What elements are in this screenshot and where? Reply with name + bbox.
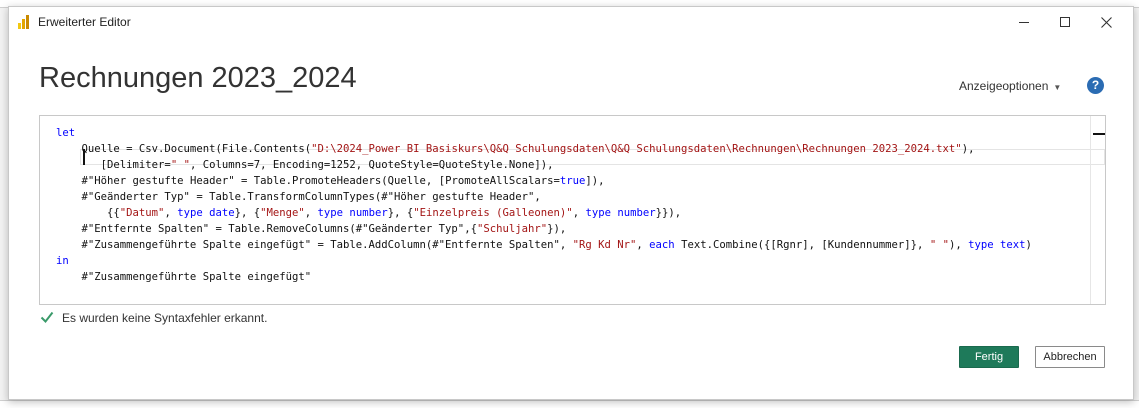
view-options-dropdown[interactable]: Anzeigeoptionen ▼ xyxy=(959,79,1061,93)
advanced-editor-dialog: Erweiterter Editor Rechnungen 2023_2024 … xyxy=(8,6,1134,400)
code-line: #"Zusammengeführte Spalte eingefügt" = T… xyxy=(56,237,1032,253)
code-token: "Höher gestufte Header" xyxy=(87,175,235,187)
question-circle-icon[interactable]: ? xyxy=(1087,77,1104,94)
code-token: , Columns=7, Encoding=1252, QuoteStyle=Q… xyxy=(189,159,554,171)
code-content[interactable]: let Quelle = Csv.Document(File.Contents(… xyxy=(56,125,1032,285)
chevron-down-icon: ▼ xyxy=(1053,83,1062,92)
title-bar: Erweiterter Editor xyxy=(9,7,1133,37)
code-line: #"Geänderter Typ" = Table.TransformColum… xyxy=(56,189,1032,205)
done-button[interactable]: Fertig xyxy=(959,346,1019,368)
code-token: "Rg Kd Nr" xyxy=(572,239,637,251)
code-token: }}), xyxy=(655,207,682,219)
close-button[interactable] xyxy=(1086,10,1126,34)
code-token: "Datum" xyxy=(119,207,165,219)
code-token: }), xyxy=(547,223,567,235)
code-line: in xyxy=(56,253,1032,269)
code-line: #"Höher gestufte Header" = Table.Promote… xyxy=(56,173,1032,189)
code-token: type number xyxy=(317,207,388,219)
code-token: {{ xyxy=(56,207,120,219)
code-line: #"Zusammengeführte Spalte eingefügt" xyxy=(56,269,1032,285)
code-token: #"Geänderter Typ" = Table.TransformColum… xyxy=(56,191,541,203)
code-line: Quelle = Csv.Document(File.Contents("D:\… xyxy=(56,141,1032,157)
code-token: , xyxy=(304,207,318,219)
checkmark-icon xyxy=(40,311,54,324)
cursor-position-marker xyxy=(1093,133,1105,135)
editor-scroll-ruler xyxy=(1090,116,1091,304)
code-editor[interactable]: let Quelle = Csv.Document(File.Contents(… xyxy=(39,115,1106,305)
code-token: " " xyxy=(170,159,190,171)
background-sheet-bottom xyxy=(0,400,1139,408)
code-line: #"Entfernte Spalten" = Table.RemoveColum… xyxy=(56,221,1032,237)
code-token: Quelle = Csv.Document(File.Contents( xyxy=(56,143,312,155)
code-token: # xyxy=(56,175,88,187)
code-token: [Delimiter= xyxy=(56,159,171,171)
code-token: ), xyxy=(961,143,975,155)
code-token: "Schuljahr" xyxy=(476,223,548,235)
power-bi-icon xyxy=(18,15,32,29)
code-token: "Einzelpreis (Galleonen)" xyxy=(413,207,573,219)
syntax-status: Es wurden keine Syntaxfehler erkannt. xyxy=(40,310,267,325)
code-token: type date xyxy=(177,207,235,219)
code-token: each xyxy=(649,239,675,251)
code-token: "D:\2024_Power BI Basiskurs\Q&Q Schulung… xyxy=(311,143,962,155)
code-token: Text.Combine({[Rgnr], [Kundennummer]}, xyxy=(674,239,930,251)
code-token: #"Zusammengeführte Spalte eingefügt" = T… xyxy=(56,239,573,251)
code-token: true xyxy=(559,175,586,187)
code-token: }, { xyxy=(387,207,414,219)
code-token: , xyxy=(572,207,586,219)
query-name-title: Rechnungen 2023_2024 xyxy=(39,62,357,94)
code-token: ), xyxy=(948,239,969,251)
cancel-button[interactable]: Abbrechen xyxy=(1035,346,1105,368)
code-line: {{"Datum", type date}, {"Menge", type nu… xyxy=(56,205,1032,221)
maximize-icon xyxy=(1060,17,1070,27)
window-title: Erweiterter Editor xyxy=(38,15,131,29)
code-token: ) xyxy=(1025,239,1032,251)
close-icon xyxy=(1100,16,1112,28)
code-token: type text xyxy=(968,239,1026,251)
code-line: let xyxy=(56,125,1032,141)
code-token: in xyxy=(56,255,69,267)
code-token: "Menge" xyxy=(260,207,305,219)
code-token: let xyxy=(56,127,76,139)
code-token: , xyxy=(636,239,650,251)
maximize-button[interactable] xyxy=(1045,10,1085,34)
code-token: }, { xyxy=(234,207,261,219)
syntax-status-text: Es wurden keine Syntaxfehler erkannt. xyxy=(62,311,268,325)
code-line: [Delimiter=" ", Columns=7, Encoding=1252… xyxy=(56,157,1032,173)
code-token: , xyxy=(164,207,178,219)
code-token: type number xyxy=(585,207,656,219)
code-token: = Table.PromoteHeaders(Quelle, [PromoteA… xyxy=(234,175,560,187)
minimize-icon xyxy=(1019,21,1029,23)
minimize-button[interactable] xyxy=(1004,10,1044,34)
code-token: #"Entfernte Spalten" = Table.RemoveColum… xyxy=(56,223,477,235)
code-token: #"Zusammengeführte Spalte eingefügt" xyxy=(56,271,312,283)
code-token: " " xyxy=(929,239,949,251)
view-options-label: Anzeigeoptionen xyxy=(959,79,1049,93)
code-token: ]), xyxy=(585,175,605,187)
